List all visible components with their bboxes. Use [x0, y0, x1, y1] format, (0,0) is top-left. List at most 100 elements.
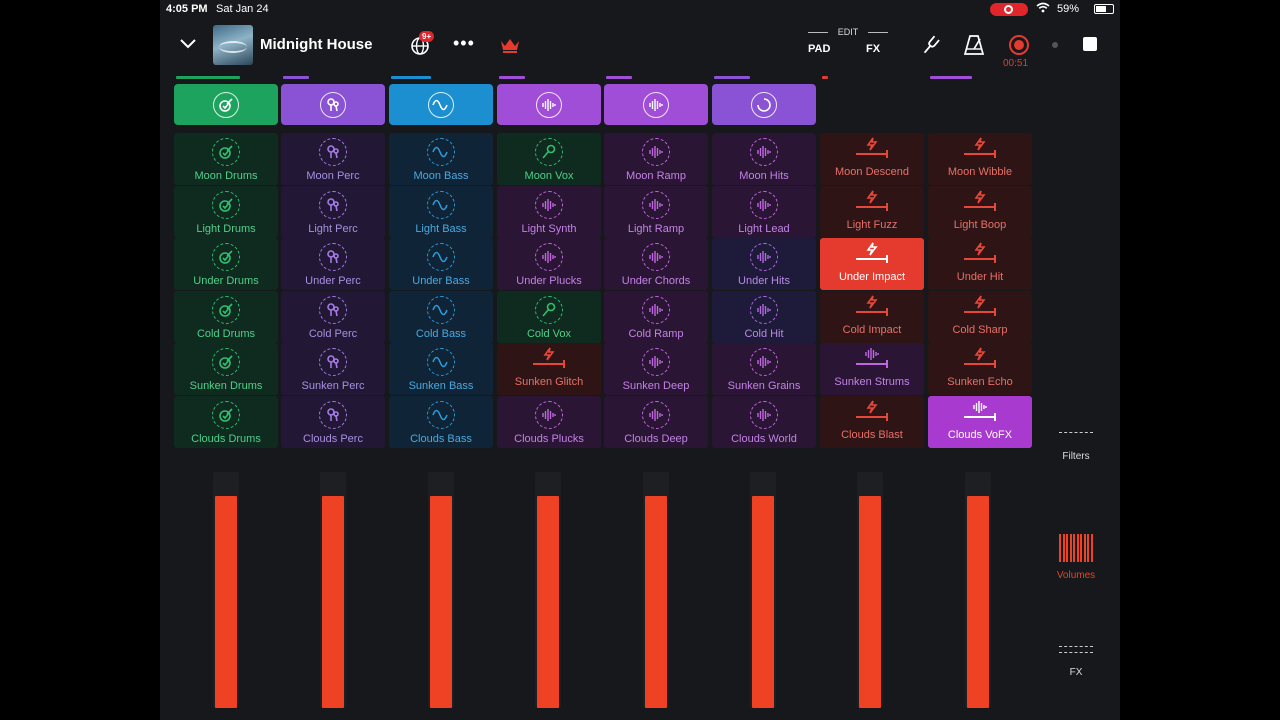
pad-cell[interactable]: Light Synth: [497, 186, 601, 238]
waveform-icon: [642, 138, 670, 166]
pad-cell[interactable]: Sunken Glitch: [497, 343, 601, 395]
volume-fader[interactable]: [643, 472, 669, 708]
pad-cell[interactable]: Cold Vox: [497, 291, 601, 343]
volume-level: [859, 495, 881, 708]
pad-cell[interactable]: Under Hits: [712, 238, 816, 290]
metronome-icon[interactable]: [963, 34, 985, 56]
pad-label: Under Chords: [621, 275, 691, 287]
column-head-button[interactable]: [389, 84, 493, 125]
column-head-button[interactable]: [712, 84, 816, 125]
pad-cell[interactable]: Clouds Perc: [281, 396, 385, 448]
pad-cell[interactable]: Under Impact: [820, 238, 924, 290]
pad-cell[interactable]: Moon Ramp: [604, 133, 708, 185]
volume-fader[interactable]: [213, 472, 239, 708]
pad-cell[interactable]: Sunken Strums: [820, 343, 924, 395]
pad-cell[interactable]: Clouds Blast: [820, 396, 924, 448]
volume-fader[interactable]: [750, 472, 776, 708]
pad-cell[interactable]: Cold Ramp: [604, 291, 708, 343]
volume-fader[interactable]: [320, 472, 346, 708]
pad-label: Under Hits: [738, 275, 790, 287]
pad-cell[interactable]: Clouds Drums: [174, 396, 278, 448]
column-head-button[interactable]: [281, 84, 385, 125]
more-options-icon[interactable]: •••: [453, 33, 475, 54]
column-head-button[interactable]: [174, 84, 278, 125]
pad-cell[interactable]: Under Drums: [174, 238, 278, 290]
pad-label: Under Plucks: [516, 275, 582, 287]
pad-cell[interactable]: Sunken Drums: [174, 343, 278, 395]
pad-cell[interactable]: Moon Perc: [281, 133, 385, 185]
battery-percent: 59%: [1057, 3, 1080, 15]
pad-cell[interactable]: Moon Vox: [497, 133, 601, 185]
pad-cell[interactable]: Light Boop: [928, 186, 1032, 238]
drums-icon: [212, 138, 240, 166]
pad-cell[interactable]: Under Plucks: [497, 238, 601, 290]
wifi-icon: [1036, 2, 1050, 16]
volume-fader[interactable]: [535, 472, 561, 708]
pad-cell[interactable]: Sunken Bass: [389, 343, 493, 395]
side-nav-volumes[interactable]: Volumes: [1048, 534, 1104, 581]
project-cover-art[interactable]: [213, 25, 253, 65]
pad-cell[interactable]: Moon Bass: [389, 133, 493, 185]
pad-cell[interactable]: Clouds VoFX: [928, 396, 1032, 448]
pad-cell[interactable]: Light Ramp: [604, 186, 708, 238]
chevron-down-icon[interactable]: [178, 36, 198, 52]
pad-cell[interactable]: Under Perc: [281, 238, 385, 290]
pad-cell[interactable]: Cold Drums: [174, 291, 278, 343]
pad-cell[interactable]: Clouds Plucks: [497, 396, 601, 448]
project-title[interactable]: Midnight House: [260, 36, 373, 53]
pad-cell[interactable]: Under Bass: [389, 238, 493, 290]
pad-label: Light Boop: [953, 219, 1007, 231]
filters-label: Filters: [1062, 451, 1090, 462]
drums-icon: [212, 348, 240, 376]
pad-label: Light Drums: [196, 223, 256, 235]
pad-label: Clouds Drums: [191, 433, 261, 445]
pad-cell[interactable]: Sunken Deep: [604, 343, 708, 395]
wave-icon: [427, 348, 455, 376]
pad-label: Light Synth: [521, 223, 577, 235]
pad-cell[interactable]: Sunken Grains: [712, 343, 816, 395]
pad-cell[interactable]: Light Drums: [174, 186, 278, 238]
stop-button[interactable]: [1083, 37, 1097, 51]
crown-icon[interactable]: [499, 36, 521, 54]
pad-cell[interactable]: Under Hit: [928, 238, 1032, 290]
fx-icon: [1059, 646, 1093, 647]
pad-label: Light Perc: [308, 223, 358, 235]
column-head-button[interactable]: [604, 84, 708, 125]
pad-cell[interactable]: Cold Bass: [389, 291, 493, 343]
pad-cell[interactable]: Moon Drums: [174, 133, 278, 185]
pad-cell[interactable]: Cold Sharp: [928, 291, 1032, 343]
waveform-icon: [643, 91, 669, 118]
tuning-fork-icon[interactable]: [920, 34, 942, 56]
pad-cell[interactable]: Sunken Echo: [928, 343, 1032, 395]
record-button[interactable]: [1009, 35, 1029, 55]
pad-cell[interactable]: Light Bass: [389, 186, 493, 238]
perc-icon: [319, 191, 347, 219]
volume-fader[interactable]: [857, 472, 883, 708]
side-nav-filters[interactable]: Filters: [1048, 432, 1104, 462]
pad-label: Light Fuzz: [846, 219, 898, 231]
pad-cell[interactable]: Clouds World: [712, 396, 816, 448]
pad-cell[interactable]: Moon Descend: [820, 133, 924, 185]
status-bar: 4:05 PM Sat Jan 24 59%: [160, 0, 1120, 18]
pad-label: Sunken Drums: [189, 380, 263, 392]
column-head-button[interactable]: [497, 84, 601, 125]
pad-cell[interactable]: Clouds Deep: [604, 396, 708, 448]
pad-label: Sunken Glitch: [514, 376, 584, 388]
pad-cell[interactable]: Cold Hit: [712, 291, 816, 343]
pad-cell[interactable]: Light Perc: [281, 186, 385, 238]
pad-cell[interactable]: Clouds Bass: [389, 396, 493, 448]
pad-cell[interactable]: Under Chords: [604, 238, 708, 290]
pad-cell[interactable]: Sunken Perc: [281, 343, 385, 395]
pad-cell[interactable]: Cold Perc: [281, 291, 385, 343]
pad-cell[interactable]: Light Lead: [712, 186, 816, 238]
pad-cell[interactable]: Moon Hits: [712, 133, 816, 185]
pad-cell[interactable]: Cold Impact: [820, 291, 924, 343]
volume-fader[interactable]: [965, 472, 991, 708]
edit-fx-button[interactable]: FX: [866, 43, 880, 55]
bolt-icon: [852, 137, 892, 165]
volume-fader[interactable]: [428, 472, 454, 708]
side-nav-fx[interactable]: FX: [1048, 646, 1104, 678]
edit-pad-button[interactable]: PAD: [808, 43, 830, 55]
pad-cell[interactable]: Light Fuzz: [820, 186, 924, 238]
pad-cell[interactable]: Moon Wibble: [928, 133, 1032, 185]
